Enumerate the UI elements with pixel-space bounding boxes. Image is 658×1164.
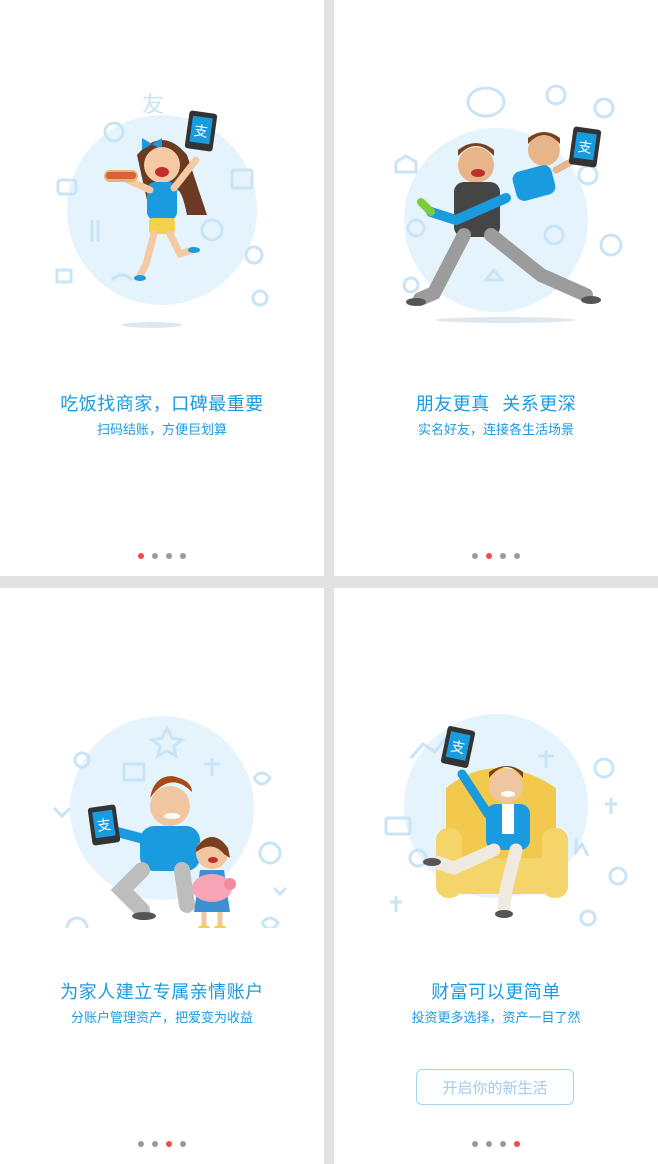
screen-title: 财富可以更简单 <box>431 982 561 1003</box>
page-dot-active[interactable] <box>486 553 492 559</box>
yen-coin-icon <box>65 916 89 928</box>
heart-icon <box>252 771 272 786</box>
chat-icon <box>545 84 567 106</box>
page-indicator[interactable] <box>334 1141 658 1147</box>
smile-icon <box>593 97 615 119</box>
friend-glyph-icon: 友 <box>142 93 164 118</box>
page-dot[interactable] <box>500 553 506 559</box>
page-dot[interactable] <box>500 1141 506 1147</box>
onboarding-screen-1: 友 支 吃饭找商家，口碑最重要 扫码结账，方便巨划算 <box>0 0 324 576</box>
page-dot[interactable] <box>152 1141 158 1147</box>
screen-subtitle: 实名好友，连接各生活场景 <box>417 423 574 438</box>
page-dot[interactable] <box>138 1141 144 1147</box>
page-indicator[interactable] <box>0 1141 324 1147</box>
pie-chart-icon <box>608 866 628 886</box>
screen-subtitle: 分账户管理资产，把爱变为收益 <box>70 1011 253 1026</box>
page-dot[interactable] <box>472 553 478 559</box>
page-dot[interactable] <box>472 1141 478 1147</box>
thumbs-up-icon <box>394 154 418 174</box>
page-dot[interactable] <box>514 553 520 559</box>
heart-icon <box>260 916 280 928</box>
money-bag-icon <box>593 757 615 779</box>
page-indicator[interactable] <box>0 553 324 559</box>
page-dot[interactable] <box>166 553 172 559</box>
illustration-family: 支 <box>52 716 288 928</box>
page-dot[interactable] <box>152 553 158 559</box>
alipay-logo-icon: 支 <box>577 139 593 157</box>
page-dot-active[interactable] <box>166 1141 172 1147</box>
onboarding-screen-4: 支 财富可以更简单 投资更多选择，资产一目了然 开启你的新生活 <box>334 588 658 1164</box>
home-icon <box>258 841 282 865</box>
illustration-friends: 支 <box>394 84 623 323</box>
page-dot-active[interactable] <box>138 553 144 559</box>
start-new-life-button[interactable]: 开启你的新生活 <box>416 1069 574 1105</box>
page-dot-active[interactable] <box>514 1141 520 1147</box>
illustration-girl-hotdog: 友 支 <box>55 93 269 328</box>
onboarding-screen-3: 支 为家人建立专属亲情账户 分账户管理资产，把爱变为收益 <box>0 588 324 1164</box>
screen-subtitle: 扫码结账，方便巨划算 <box>96 423 227 438</box>
smile-icon <box>402 276 420 294</box>
page-dot[interactable] <box>180 553 186 559</box>
page-indicator[interactable] <box>334 553 658 559</box>
star-icon <box>52 806 72 819</box>
screen-title: 吃饭找商家，口碑最重要 <box>60 394 264 415</box>
chat-bubble-icon <box>466 86 506 118</box>
alipay-logo-icon: 支 <box>96 817 112 835</box>
page-dot[interactable] <box>486 1141 492 1147</box>
illustration-armchair: 支 <box>384 714 628 927</box>
page-dot[interactable] <box>180 1141 186 1147</box>
screen-subtitle: 投资更多选择，资产一目了然 <box>411 1011 581 1026</box>
chat-icon <box>599 233 623 257</box>
onboarding-screen-2: 支 朋友更真 关系更深 实名好友，连接各生活场景 <box>334 0 658 576</box>
screen-title: 朋友更真 关系更深 <box>415 394 577 415</box>
screen-title: 为家人建立专属亲情账户 <box>60 982 264 1003</box>
alipay-logo-icon: 支 <box>193 123 209 141</box>
